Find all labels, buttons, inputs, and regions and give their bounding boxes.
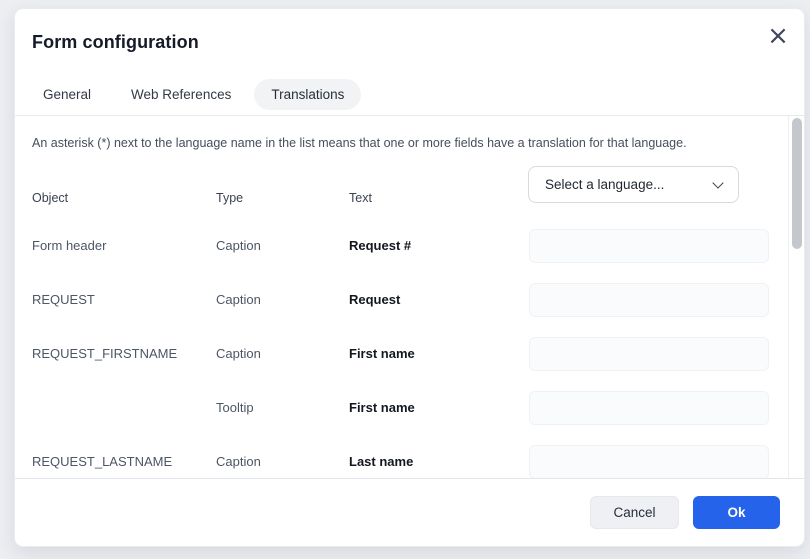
language-select-value: Select a language... xyxy=(545,177,664,192)
translations-panel: An asterisk (*) next to the language nam… xyxy=(15,116,790,478)
dialog-footer: Cancel Ok xyxy=(15,478,804,546)
row-text: Last name xyxy=(349,445,413,478)
row-object: REQUEST_FIRSTNAME xyxy=(32,337,177,371)
row-type: Tooltip xyxy=(216,391,254,425)
ok-button[interactable]: Ok xyxy=(693,496,780,529)
info-text: An asterisk (*) next to the language nam… xyxy=(32,136,752,150)
column-header-type: Type xyxy=(216,180,243,217)
row-text: First name xyxy=(349,337,415,371)
chevron-down-icon xyxy=(712,177,723,188)
form-configuration-dialog: × Form configuration General Web Referen… xyxy=(14,8,805,547)
row-object: Form header xyxy=(32,229,106,263)
close-icon[interactable]: × xyxy=(763,21,793,51)
scrollbar-track[interactable] xyxy=(788,116,803,478)
row-type: Caption xyxy=(216,283,261,317)
screen: × Form configuration General Web Referen… xyxy=(0,0,810,559)
row-text: Request # xyxy=(349,229,411,263)
translation-input[interactable] xyxy=(529,391,769,425)
table-row: REQUEST_LASTNAME Caption Last name xyxy=(15,445,790,478)
table-row: REQUEST Caption Request xyxy=(15,283,790,317)
row-type: Caption xyxy=(216,445,261,478)
row-text: Request xyxy=(349,283,400,317)
row-text: First name xyxy=(349,391,415,425)
translation-input[interactable] xyxy=(529,229,769,263)
row-type: Caption xyxy=(216,337,261,371)
table-row: Tooltip First name xyxy=(15,391,790,425)
translation-input[interactable] xyxy=(529,445,769,478)
tab-bar: General Web References Translations xyxy=(43,79,361,109)
tab-general[interactable]: General xyxy=(43,87,91,102)
language-select[interactable]: Select a language... xyxy=(528,166,739,203)
row-type: Caption xyxy=(216,229,261,263)
tab-translations[interactable]: Translations xyxy=(254,79,361,110)
column-header-object: Object xyxy=(32,180,68,217)
tab-web-references[interactable]: Web References xyxy=(131,87,231,102)
cancel-button[interactable]: Cancel xyxy=(590,496,679,529)
column-header-text: Text xyxy=(349,180,372,217)
table-row: Form header Caption Request # xyxy=(15,229,790,263)
translation-input[interactable] xyxy=(529,283,769,317)
translation-input[interactable] xyxy=(529,337,769,371)
table-row: REQUEST_FIRSTNAME Caption First name xyxy=(15,337,790,371)
scrollbar-thumb[interactable] xyxy=(792,118,802,249)
row-object: REQUEST xyxy=(32,283,95,317)
page-title: Form configuration xyxy=(32,32,199,53)
row-object: REQUEST_LASTNAME xyxy=(32,445,172,478)
